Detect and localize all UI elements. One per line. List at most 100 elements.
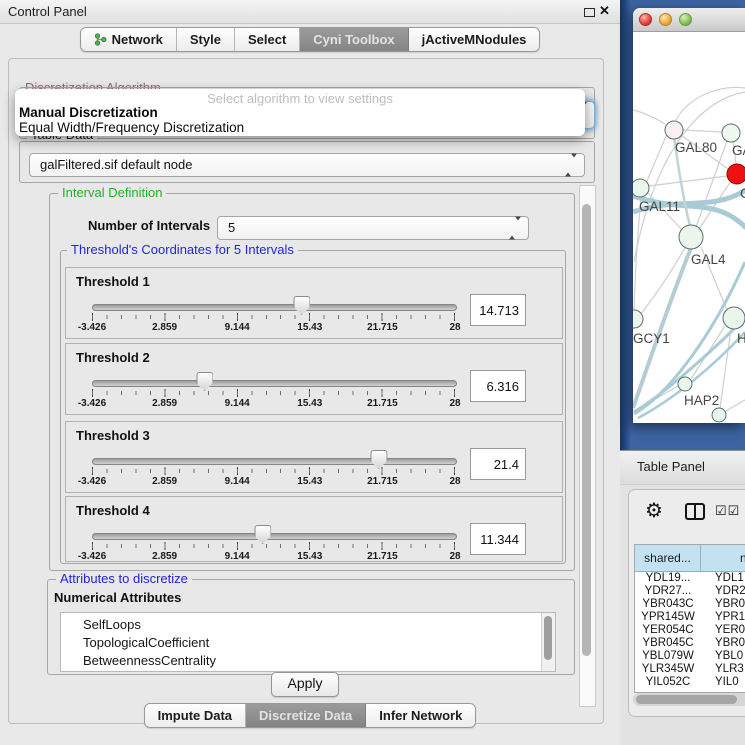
table-panel: ⚙ ☑☑ shared... n YDL19...YDL1 YDR27...YD… [628, 489, 745, 717]
split-view-icon[interactable] [685, 503, 705, 520]
tab-cyni-toolbox[interactable]: Cyni Toolbox [300, 28, 408, 51]
network-window: GAL80 GA GAL11 C GAL4 GCY1 H HAP2 [633, 8, 745, 423]
node-label: GA [732, 143, 745, 158]
tab-jactivemnodules[interactable]: jActiveMNodules [409, 28, 540, 51]
table-horizontal-scrollbar[interactable] [633, 693, 745, 706]
table-row[interactable]: YLR345WYLR3 [635, 663, 745, 676]
gear-icon[interactable]: ⚙ [645, 498, 663, 523]
column-header-shared-name[interactable]: shared... [635, 545, 701, 572]
table-data-combo-value: galFiltered.sif default node [40, 154, 192, 175]
tab-style[interactable]: Style [177, 28, 235, 51]
threshold-1-slider-track[interactable] [92, 304, 457, 311]
tab-infer-network-label: Infer Network [379, 705, 462, 726]
table-row[interactable]: YIL052CYIL0 [635, 676, 745, 685]
list-item[interactable]: TopologicalCoefficient [61, 634, 555, 652]
table-row[interactable]: YBR043CYBR0 [635, 598, 745, 611]
network-nodes [633, 121, 745, 422]
table-panel-titlebar: Table Panel [620, 450, 745, 485]
attributes-group-title: Attributes to discretize [56, 571, 192, 586]
table-row[interactable]: YER054CYER0 [635, 624, 745, 637]
close-traffic-light[interactable] [639, 13, 652, 26]
bottom-tab-bar: Impute Data Discretize Data Infer Networ… [0, 703, 620, 728]
tab-infer-network[interactable]: Infer Network [366, 704, 475, 727]
network-icon [94, 33, 107, 46]
combo-arrows-icon [565, 158, 577, 173]
dropdown-option-equal-width[interactable]: Equal Width/Frequency Discretization [19, 120, 244, 135]
threshold-3-value-field[interactable]: 21.4 [470, 448, 526, 480]
slider-ticks [92, 544, 456, 548]
table-header-row: shared... n [635, 545, 745, 572]
slider-ticks [92, 315, 456, 319]
tab-jactivemnodules-label: jActiveMNodules [422, 29, 527, 50]
table-row[interactable]: YDR27...YDR2 [635, 585, 745, 598]
node-top-right[interactable] [722, 124, 740, 142]
threshold-2-label: Threshold 2 [76, 350, 150, 365]
table-row[interactable]: YPR145WYPR1 [635, 611, 745, 624]
table-row[interactable]: YBR045CYBR0 [635, 637, 745, 650]
threshold-row-4: Threshold 4 -3.4262.8599.14415.4321.7152… [65, 496, 563, 562]
interval-definition-group: Interval Definition Number of Intervals … [49, 193, 575, 571]
node-gal11[interactable] [633, 179, 649, 197]
network-canvas[interactable]: GAL80 GA GAL11 C GAL4 GCY1 H HAP2 [633, 31, 745, 423]
dropdown-option-manual[interactable]: Manual Discretization [19, 105, 158, 120]
table-row[interactable]: YDL19...YDL1 [635, 572, 745, 585]
numerical-attributes-label: Numerical Attributes [54, 590, 181, 605]
num-intervals-combo[interactable]: 5 [217, 216, 529, 240]
tab-cyni-toolbox-label: Cyni Toolbox [313, 29, 394, 50]
node-red-selected[interactable] [727, 164, 745, 184]
threshold-3-slider-track[interactable] [92, 458, 457, 465]
table-horizontal-scrollbar-thumb[interactable] [636, 695, 737, 704]
select-columns-icon[interactable]: ☑☑ [715, 503, 740, 519]
float-window-icon[interactable] [584, 8, 595, 17]
checkbox-icon: ☑ [715, 503, 728, 518]
tab-discretize-data-label: Discretize Data [259, 705, 352, 726]
node-label: GAL80 [675, 140, 717, 155]
control-panel: Control Panel ✕ Network Style Select [0, 0, 620, 745]
checkbox-icon: ☑ [728, 503, 741, 518]
attributes-scrollbar-thumb[interactable] [544, 616, 552, 660]
top-tab-bar: Network Style Select Cyni Toolbox jActiv… [0, 27, 620, 52]
table-data-combo[interactable]: galFiltered.sif default node [29, 153, 585, 177]
node-bottom[interactable] [712, 408, 726, 422]
node-hap2[interactable] [678, 377, 692, 391]
attributes-scrollbar[interactable] [541, 613, 555, 671]
threshold-2-slider-track[interactable] [92, 380, 457, 387]
table-row[interactable]: YBL079WYBL0 [635, 650, 745, 663]
apply-button[interactable]: Apply [271, 672, 339, 697]
settings-scrollbar[interactable] [579, 185, 596, 707]
tab-select[interactable]: Select [235, 28, 300, 51]
list-item[interactable]: SelfLoops [61, 616, 555, 634]
tab-style-label: Style [190, 29, 221, 50]
interval-group-title: Interval Definition [58, 185, 166, 200]
list-item[interactable]: BetweennessCentrality [61, 652, 555, 670]
tab-network[interactable]: Network [81, 28, 177, 51]
node-label: GCY1 [633, 331, 670, 346]
table-panel-title: Table Panel [637, 459, 705, 474]
settings-scrollbar-thumb[interactable] [582, 204, 591, 656]
threshold-1-label: Threshold 1 [76, 274, 150, 289]
tab-impute-data-label: Impute Data [158, 705, 232, 726]
threshold-4-slider-track[interactable] [92, 533, 457, 540]
threshold-1-value-field[interactable]: 14.713 [470, 294, 526, 326]
threshold-row-3: Threshold 3 -3.4262.8599.14415.4321.7152… [65, 421, 563, 493]
column-header-name[interactable]: n [701, 545, 745, 572]
tab-discretize-data[interactable]: Discretize Data [246, 704, 366, 727]
thresholds-group-title: Threshold's Coordinates for 5 Intervals [67, 242, 298, 257]
node-label: GAL11 [639, 199, 680, 214]
cyni-settings-panel: Discretization Algorithm Select algorith… [8, 58, 604, 724]
tab-network-label: Network [112, 29, 163, 50]
zoom-traffic-light[interactable] [679, 13, 692, 26]
node-h[interactable] [723, 307, 745, 329]
dropdown-hint: Select algorithm to view settings [15, 91, 585, 106]
num-intervals-label: Number of Intervals [88, 218, 210, 233]
threshold-4-value-field[interactable]: 11.344 [470, 523, 526, 555]
tab-impute-data[interactable]: Impute Data [145, 704, 246, 727]
minimize-traffic-light[interactable] [659, 13, 672, 26]
close-icon[interactable]: ✕ [599, 3, 610, 19]
node-label: HAP2 [684, 393, 719, 408]
threshold-2-value-field[interactable]: 6.316 [470, 370, 526, 402]
node-gal80[interactable] [665, 121, 683, 139]
node-gal4[interactable] [679, 225, 703, 249]
combo-arrows-icon [509, 221, 521, 236]
threshold-3-label: Threshold 3 [76, 428, 150, 443]
